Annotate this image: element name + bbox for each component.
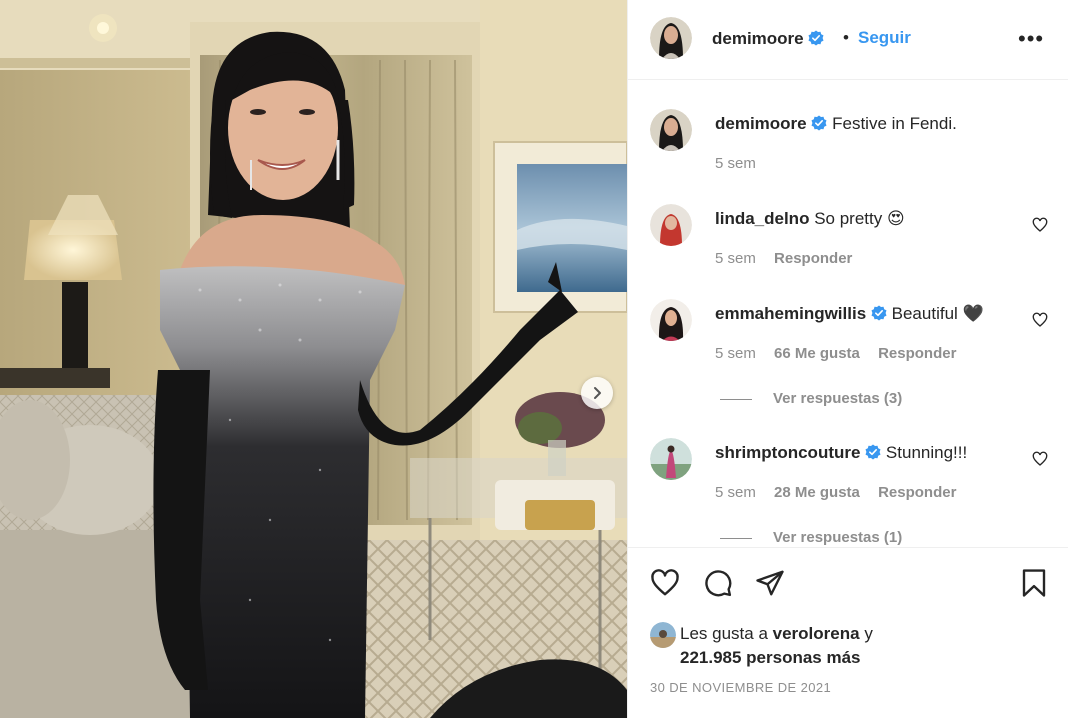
caption-age: 5 sem — [715, 155, 756, 172]
comment-like-heart-icon[interactable] — [1032, 217, 1048, 233]
post-date[interactable]: 30 DE NOVIEMBRE DE 2021 — [650, 680, 831, 695]
header-separator: • — [843, 28, 849, 47]
comment-like-count[interactable]: 28 Me gusta — [774, 484, 860, 501]
post-side-panel: demimoore • Seguir ••• demimoore Festive… — [627, 0, 1068, 718]
verified-badge-icon — [871, 305, 887, 321]
view-replies-label[interactable]: Ver respuestas (3) — [773, 390, 902, 407]
replies-divider — [720, 537, 752, 539]
comment-bubble-icon[interactable] — [703, 568, 733, 598]
replies-divider — [720, 398, 752, 400]
caption-username[interactable]: demimoore — [715, 114, 807, 133]
verified-badge-icon — [865, 444, 881, 460]
liker-avatar[interactable] — [650, 622, 676, 648]
comment-age: 5 sem — [715, 484, 756, 501]
commenter-avatar[interactable] — [650, 438, 692, 480]
comment-text: Stunning!!! — [885, 443, 968, 462]
verified-badge-icon — [808, 30, 824, 46]
like-heart-icon[interactable] — [650, 568, 680, 598]
comment-like-heart-icon[interactable] — [1032, 312, 1048, 328]
comments-list[interactable]: demimoore Festive in Fendi. 5 sem linda_… — [628, 81, 1068, 547]
comment-text: So pretty 😍 — [814, 209, 905, 228]
reply-button[interactable]: Responder — [878, 345, 956, 362]
caption-avatar[interactable] — [650, 109, 692, 151]
commenter-avatar[interactable] — [650, 299, 692, 341]
likes-conjunction: y — [864, 624, 873, 643]
view-replies-button[interactable]: Ver respuestas (1) — [720, 529, 902, 546]
caption-text: Festive in Fendi. — [832, 114, 957, 133]
reply-button[interactable]: Responder — [878, 484, 956, 501]
liker-username[interactable]: verolorena — [773, 624, 860, 643]
post-actions: Les gusta a verolorena y 221.985 persona… — [628, 547, 1068, 718]
follow-button[interactable]: Seguir — [858, 28, 911, 48]
comment-age: 5 sem — [715, 250, 756, 267]
post-image — [0, 0, 627, 718]
commenter-avatar[interactable] — [650, 204, 692, 246]
post-photo[interactable] — [0, 0, 627, 718]
save-bookmark-icon[interactable] — [1020, 568, 1048, 598]
comment-username[interactable]: shrimptoncouture — [715, 443, 860, 462]
post-header: demimoore • Seguir ••• — [628, 0, 1068, 80]
more-options-button[interactable]: ••• — [1018, 26, 1044, 52]
comment-like-heart-icon[interactable] — [1032, 451, 1048, 467]
verified-badge-icon — [811, 115, 827, 131]
author-username-text[interactable]: demimoore — [712, 29, 804, 48]
carousel-next-button[interactable] — [581, 377, 613, 409]
comment-username[interactable]: linda_delno — [715, 209, 809, 228]
reply-button[interactable]: Responder — [774, 250, 852, 267]
likes-prefix: Les gusta a — [680, 624, 768, 643]
comment-text: Beautiful 🖤 — [891, 304, 984, 323]
comment-username[interactable]: emmahemingwillis — [715, 304, 866, 323]
author-username[interactable]: demimoore — [712, 29, 824, 49]
view-replies-button[interactable]: Ver respuestas (3) — [720, 390, 902, 407]
chevron-right-icon — [594, 387, 601, 399]
comment-like-count[interactable]: 66 Me gusta — [774, 345, 860, 362]
likes-count[interactable]: 221.985 personas más — [680, 646, 861, 670]
comment-age: 5 sem — [715, 345, 756, 362]
view-replies-label[interactable]: Ver respuestas (1) — [773, 529, 902, 546]
author-avatar[interactable] — [650, 17, 692, 59]
share-send-icon[interactable] — [755, 568, 785, 598]
